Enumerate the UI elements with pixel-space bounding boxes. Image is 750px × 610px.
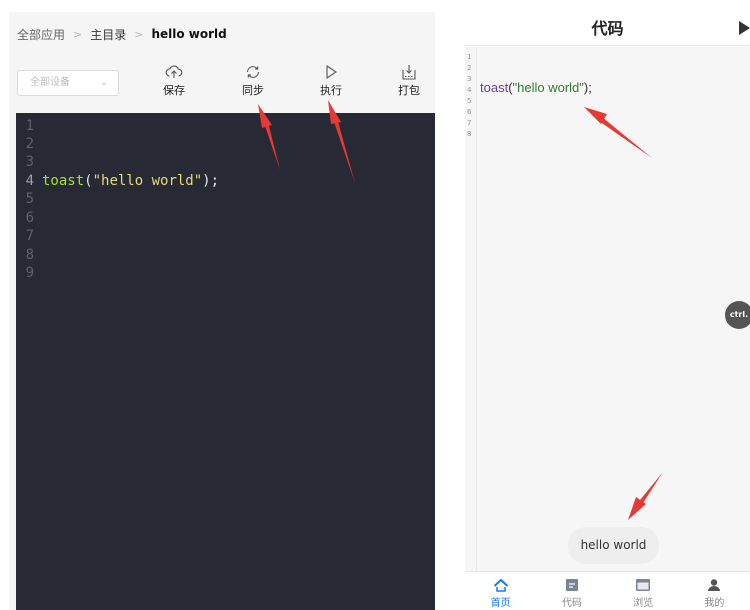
tab-browse[interactable]: 浏览 [608,572,679,610]
line-number: 7 [25,228,34,244]
browser-icon [636,579,651,591]
mobile-header: 代码 [465,12,750,46]
tab-code-label: 代码 [561,598,582,609]
code-editor[interactable]: 1 2 3 4 toast("hello world"); 5 6 7 8 9 [16,113,435,610]
breadcrumb-separator-icon: > [134,27,144,41]
toast-message: hello world [568,527,659,564]
code-line: 2 [16,136,435,154]
code-paren-open: ( [84,173,93,189]
bottom-tab-bar: 首页 代码 浏览 我的 [465,571,750,610]
code-line: 1 [16,118,435,136]
code-text: toast("hello world"); [42,173,219,191]
code-function: toast [42,173,85,189]
device-select[interactable]: 全部设备 ⌄ [17,70,119,96]
line-number: 9 [25,265,34,281]
web-ide-panel: 全部应用 > 主目录 > hello world 全部设备 ⌄ 保存 同步 执行 [9,12,435,610]
line-number: 2 [25,136,34,152]
tab-home-label: 首页 [490,598,511,609]
tab-code[interactable]: 代码 [536,572,607,610]
user-icon [708,579,721,591]
mobile-app-panel: 代码 1 2 3 4 toast("hello world"); 5 6 7 8… [465,12,750,610]
line-number: 8 [25,247,34,263]
device-select-value: 全部设备 [30,77,70,88]
line-number: 4 [467,86,472,94]
tab-mine-label: 我的 [704,598,725,609]
code-line: 6 [16,210,435,228]
code-function: toast [480,80,509,95]
tab-browse-label: 浏览 [633,598,654,609]
line-number: 6 [467,108,472,116]
run-label: 执行 [320,84,342,97]
save-label: 保存 [163,84,185,97]
run-button[interactable]: 执行 [311,64,351,98]
breadcrumb-separator-icon: > [73,27,83,41]
cloud-upload-icon [165,65,183,78]
line-number: 1 [467,53,472,61]
ctrl-floating-button[interactable]: ctrl. [725,301,750,329]
home-icon [493,578,508,592]
code-line: 4 toast("hello world"); [16,173,435,191]
code-line: 5 [16,191,435,209]
page-title: 代码 [591,19,624,38]
line-number: 2 [467,64,472,72]
sync-button[interactable]: 同步 [233,64,273,98]
code-line: 9 [16,265,435,283]
tab-home[interactable]: 首页 [465,572,536,610]
line-number: 3 [25,154,34,170]
play-icon [326,64,337,80]
line-number: 5 [25,191,34,207]
line-number: 3 [467,75,472,83]
line-number: 4 [25,173,34,189]
line-number: 6 [25,210,34,226]
package-icon [402,65,416,80]
code-string: "hello world" [512,80,584,95]
code-paren-close: ); [583,80,592,95]
breadcrumb-all-apps[interactable]: 全部应用 [17,26,65,43]
code-icon [565,579,578,591]
pack-label: 打包 [398,84,420,97]
breadcrumb-current-file: hello world [151,27,227,41]
breadcrumb: 全部应用 > 主目录 > hello world [17,25,227,43]
line-number: 7 [467,119,472,127]
code-string: "hello world" [92,173,203,189]
sync-label: 同步 [242,84,264,97]
code-paren-close: ); [202,173,220,189]
pack-button[interactable]: 打包 [389,64,429,98]
play-icon[interactable] [739,21,750,35]
save-button[interactable]: 保存 [154,64,194,98]
line-number: 5 [467,97,472,105]
code-text: toast("hello world"); [480,80,592,95]
breadcrumb-home-dir[interactable]: 主目录 [90,26,126,43]
code-line: 3 [16,154,435,172]
code-line: 8 [465,130,750,142]
line-number: 8 [467,130,472,138]
line-number: 1 [25,118,34,134]
code-line: 8 [16,247,435,265]
mobile-code-editor[interactable]: 1 2 3 4 toast("hello world"); 5 6 7 8 [465,47,750,571]
tab-mine[interactable]: 我的 [679,572,750,610]
code-line: 7 [16,228,435,246]
sync-icon [246,66,260,78]
chevron-down-icon: ⌄ [99,77,108,88]
